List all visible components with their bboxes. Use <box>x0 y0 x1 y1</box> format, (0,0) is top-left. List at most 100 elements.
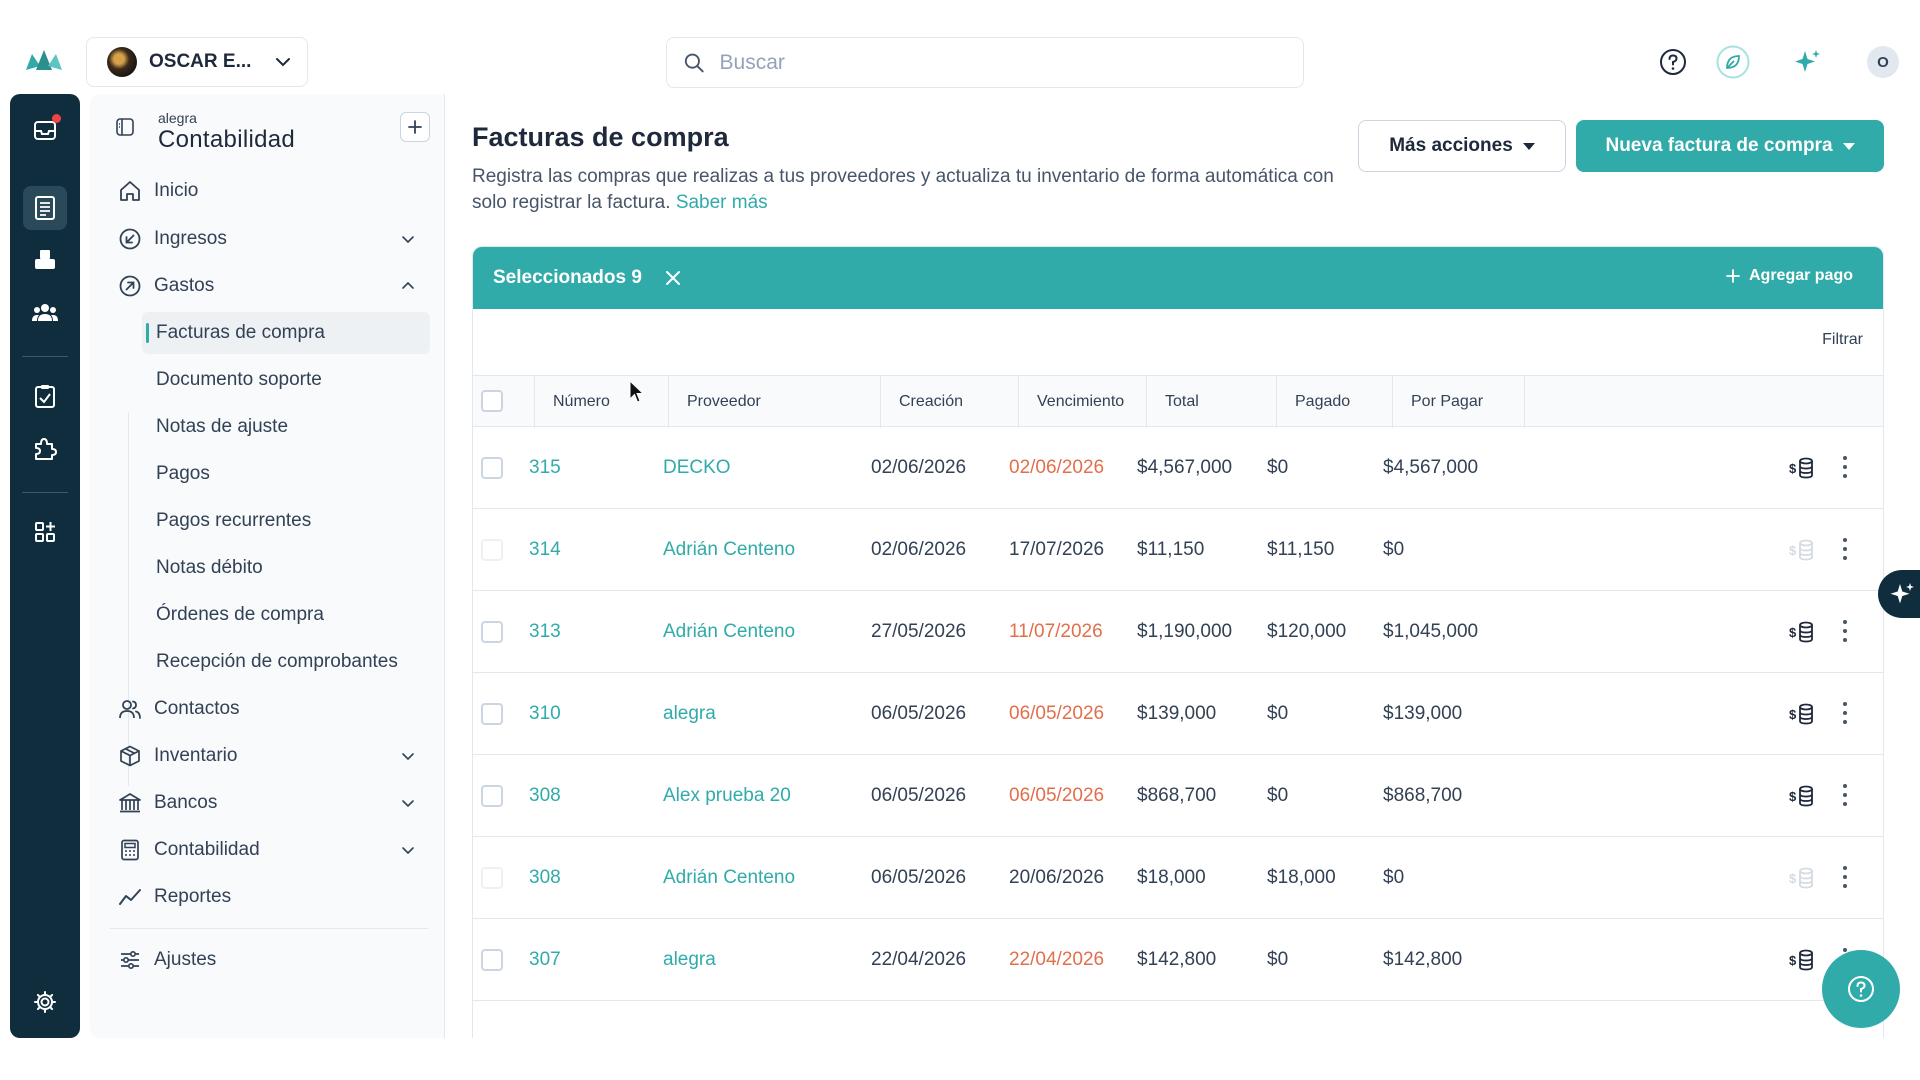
row-menu-icon[interactable] <box>1833 613 1857 649</box>
filter-button[interactable]: Filtrar <box>1822 331 1863 349</box>
vendor-link[interactable]: alegra <box>663 673 716 755</box>
header-proveedor[interactable]: Proveedor <box>669 376 881 428</box>
sidebar-subitem-notas-debito[interactable]: Notas débito <box>142 547 430 589</box>
new-purchase-invoice-button[interactable]: Nueva factura de compra <box>1576 120 1884 172</box>
row-checkbox[interactable] <box>481 949 503 971</box>
sidebar-subitem-facturas-de-compra[interactable]: Facturas de compra <box>142 312 430 354</box>
header-vencimiento[interactable]: Vencimiento <box>1019 376 1147 428</box>
vendor-link[interactable]: Alex prueba 20 <box>663 755 791 837</box>
vendor-link[interactable]: DECKO <box>663 427 731 509</box>
vendor-link[interactable]: Adrián Centeno <box>663 837 795 919</box>
table-row[interactable]: 308 Alex prueba 20 06/05/2026 06/05/2026 $86… <box>473 755 1883 837</box>
clear-selection-icon[interactable] <box>664 269 682 287</box>
puzzle-icon[interactable] <box>23 426 67 470</box>
row-checkbox[interactable] <box>481 785 503 807</box>
sidebar-subitem-ordenes-de-compra[interactable]: Órdenes de compra <box>142 594 430 636</box>
header-creacion[interactable]: Creación <box>881 376 1019 428</box>
due-date: 17/07/2026 <box>1009 539 1105 560</box>
total-amount: $4,567,000 <box>1137 457 1233 478</box>
table-row[interactable]: 314 Adrián Centeno 02/06/2026 17/07/2026 $11… <box>473 509 1883 591</box>
search-input[interactable] <box>719 50 1287 75</box>
help-chat-button[interactable] <box>1822 950 1900 1028</box>
invoice-number-link[interactable]: 308 <box>529 755 561 837</box>
brand-big: Contabilidad <box>158 126 296 153</box>
table-row[interactable]: 315 DECKO 02/06/2026 02/06/2026 $4,567,000 $0… <box>473 427 1883 509</box>
learn-more-link[interactable]: Saber más <box>676 192 768 213</box>
sliders-icon <box>121 950 139 970</box>
register-payment-icon[interactable]: $ <box>1789 702 1815 726</box>
row-checkbox[interactable] <box>481 703 503 725</box>
vendor-link[interactable]: alegra <box>663 919 716 1001</box>
sidebar-item-inicio[interactable]: Inicio <box>108 170 428 212</box>
sidebar-item-ingresos[interactable]: Ingresos <box>108 218 428 260</box>
search-box[interactable] <box>666 37 1304 88</box>
header-numero[interactable]: Número <box>535 376 669 428</box>
due-date: 06/05/2026 <box>1009 703 1105 724</box>
invoices-icon[interactable] <box>23 186 67 230</box>
select-all-checkbox[interactable] <box>481 390 503 412</box>
register-payment-icon[interactable]: $ <box>1789 784 1815 808</box>
add-payment-button[interactable]: Agregar pago <box>1725 267 1853 285</box>
sidebar-item-gastos[interactable]: Gastos <box>108 265 428 307</box>
row-checkbox[interactable] <box>481 457 503 479</box>
invoice-number-link[interactable]: 307 <box>529 919 561 1001</box>
sidebar-subitem-recepcion-de-comprobantes[interactable]: Recepción de comprobantes <box>142 641 430 683</box>
row-menu-icon[interactable] <box>1833 449 1857 485</box>
leaf-icon[interactable] <box>1715 44 1751 80</box>
sidebar-subitem-pagos[interactable]: Pagos <box>142 453 430 495</box>
sidebar-item-contabilidad[interactable]: Contabilidad <box>108 829 428 871</box>
sidebar-subitem-pagos-recurrentes[interactable]: Pagos recurrentes <box>142 500 430 542</box>
add-button[interactable] <box>400 112 430 142</box>
contacts-group-icon[interactable] <box>23 290 67 334</box>
sidebar-subitem-documento-soporte[interactable]: Documento soporte <box>142 359 430 401</box>
gear-icon[interactable] <box>23 980 67 1024</box>
sidebar-item-ajustes[interactable]: Ajustes <box>108 939 428 981</box>
pending-amount: $142,800 <box>1383 949 1463 970</box>
header-total[interactable]: Total <box>1147 376 1277 428</box>
apps-icon[interactable] <box>23 510 67 554</box>
help-circle-icon[interactable] <box>1655 44 1691 80</box>
register-payment-icon[interactable]: $ <box>1789 948 1815 972</box>
sidebar-subitem-notas-de-ajuste[interactable]: Notas de ajuste <box>142 406 430 448</box>
vendor-link[interactable]: Adrián Centeno <box>663 509 795 591</box>
alegra-logo-icon[interactable] <box>22 46 66 76</box>
user-avatar[interactable]: O <box>1867 46 1899 78</box>
register-payment-icon[interactable]: $ <box>1789 620 1815 644</box>
pos-icon[interactable] <box>23 238 67 282</box>
sidebar-item-inventario[interactable]: Inventario <box>108 735 428 777</box>
sidebar-item-reportes[interactable]: Reportes <box>108 876 428 918</box>
invoice-number-link[interactable]: 315 <box>529 427 561 509</box>
table-row[interactable]: 310 alegra 06/05/2026 06/05/2026 $139,000 $0 $… <box>473 673 1883 755</box>
more-actions-button[interactable]: Más acciones <box>1358 120 1566 172</box>
notification-inbox-icon[interactable] <box>23 108 67 152</box>
sidebar-item-contactos[interactable]: Contactos <box>108 688 428 730</box>
invoice-number-link[interactable]: 313 <box>529 591 561 673</box>
header-pagado[interactable]: Pagado <box>1277 376 1393 428</box>
paid-amount: $0 <box>1267 457 1289 478</box>
total-amount: $868,700 <box>1137 785 1217 806</box>
sidebar-collapse-icon[interactable] <box>116 118 134 141</box>
ai-assistant-button[interactable] <box>1878 570 1920 618</box>
created-date: 02/06/2026 <box>871 457 967 478</box>
sidebar-item-label: Ingresos <box>154 228 227 249</box>
invoice-number-link[interactable]: 308 <box>529 837 561 919</box>
due-date: 22/04/2026 <box>1009 949 1105 970</box>
sparkles-icon[interactable] <box>1790 44 1826 80</box>
checklist-icon[interactable] <box>23 374 67 418</box>
table-row[interactable]: 307 alegra 22/04/2026 22/04/2026 $142,800 $0 $… <box>473 919 1883 1001</box>
row-menu-icon[interactable] <box>1833 859 1857 895</box>
row-menu-icon[interactable] <box>1833 695 1857 731</box>
vendor-link[interactable]: Adrián Centeno <box>663 591 795 673</box>
table-row[interactable]: 313 Adrián Centeno 27/05/2026 11/07/2026 $1,… <box>473 591 1883 673</box>
row-checkbox[interactable] <box>481 621 503 643</box>
company-selector[interactable]: OSCAR E... <box>86 37 308 87</box>
register-payment-icon[interactable]: $ <box>1789 456 1815 480</box>
row-menu-icon[interactable] <box>1833 777 1857 813</box>
table-row[interactable]: 308 Adrián Centeno 06/05/2026 20/06/2026 $18… <box>473 837 1883 919</box>
header-por-pagar[interactable]: Por Pagar <box>1393 376 1525 428</box>
row-menu-icon[interactable] <box>1833 531 1857 567</box>
sidebar-item-bancos[interactable]: Bancos <box>108 782 428 824</box>
invoice-number-link[interactable]: 314 <box>529 509 561 591</box>
invoice-number-link[interactable]: 310 <box>529 673 561 755</box>
contacts-icon <box>119 700 141 719</box>
